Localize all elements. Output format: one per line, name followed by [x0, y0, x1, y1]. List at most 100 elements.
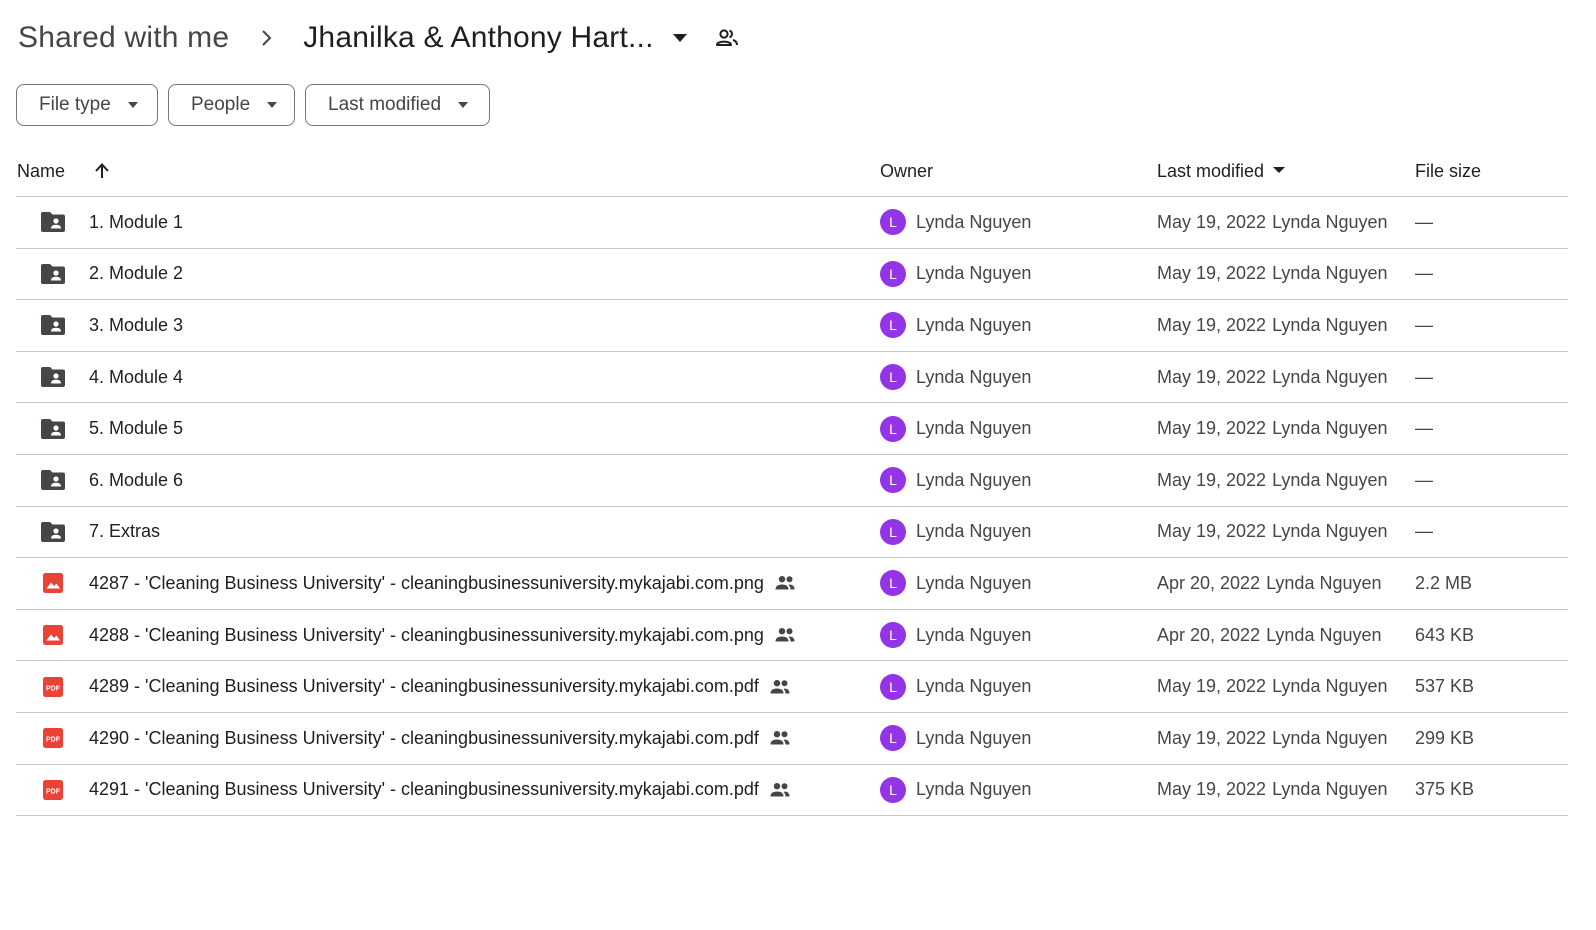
avatar[interactable]: L — [880, 467, 906, 494]
avatar[interactable]: L — [880, 312, 906, 339]
file-name-cell[interactable]: 2. Module 2 — [89, 249, 183, 300]
modified-by: Lynda Nguyen — [1266, 572, 1382, 593]
file-name-cell[interactable]: 3. Module 3 — [89, 300, 183, 351]
avatar[interactable]: L — [880, 209, 906, 236]
file-name: 4291 - 'Cleaning Business University' - … — [89, 779, 759, 800]
avatar[interactable]: L — [880, 725, 906, 752]
avatar[interactable]: L — [880, 673, 906, 700]
svg-text:PDF: PDF — [46, 737, 61, 744]
table-row[interactable]: PDF 4291 - 'Cleaning Business University'… — [16, 765, 1568, 817]
caret-down-icon — [127, 101, 139, 109]
modified-by: Lynda Nguyen — [1272, 521, 1388, 542]
file-name-cell[interactable]: 4291 - 'Cleaning Business University' - … — [89, 765, 791, 816]
last-modified-cell: May 19, 2022 Lynda Nguyen — [1157, 197, 1388, 248]
file-size: — — [1415, 211, 1433, 232]
table-row[interactable]: PDF 4290 - 'Cleaning Business University'… — [16, 713, 1568, 765]
modified-by: Lynda Nguyen — [1272, 727, 1388, 748]
file-size-cell: 537 KB — [1415, 661, 1474, 712]
last-modified-filter[interactable]: Last modified — [305, 84, 490, 126]
shared-icon — [769, 727, 791, 749]
modified-by: Lynda Nguyen — [1272, 418, 1388, 439]
shared-folder-icon — [40, 197, 66, 248]
avatar[interactable]: L — [880, 570, 906, 597]
avatar[interactable]: L — [880, 518, 906, 545]
column-header-owner: Owner — [880, 146, 933, 196]
table-row[interactable]: 6. Module 6 L Lynda Nguyen May 19, 2022 Lynd… — [16, 455, 1568, 507]
modified-by: Lynda Nguyen — [1272, 366, 1388, 387]
column-header-name[interactable]: Name — [17, 146, 113, 196]
breadcrumb-shared-with-me[interactable]: Shared with me — [16, 21, 231, 55]
file-name: 4289 - 'Cleaning Business University' - … — [89, 676, 759, 697]
modified-date: May 19, 2022 — [1157, 314, 1267, 335]
file-size: 2.2 MB — [1415, 572, 1473, 593]
owner-name: Lynda Nguyen — [916, 263, 1032, 284]
last-modified-cell: May 19, 2022 Lynda Nguyen — [1157, 661, 1388, 712]
file-size-cell: — — [1415, 455, 1433, 506]
file-name-cell[interactable]: 6. Module 6 — [89, 455, 183, 506]
shared-icon — [769, 779, 791, 801]
pdf-file-icon: PDF — [40, 661, 66, 712]
file-type-filter-label: File type — [39, 94, 111, 115]
file-name-cell[interactable]: 7. Extras — [89, 507, 160, 558]
avatar[interactable]: L — [880, 622, 906, 649]
file-size-cell: 643 KB — [1415, 610, 1474, 661]
file-name-cell[interactable]: 4. Module 4 — [89, 352, 183, 403]
svg-text:PDF: PDF — [46, 788, 61, 795]
image-file-icon — [40, 610, 66, 661]
modified-by: Lynda Nguyen — [1272, 263, 1388, 284]
file-name: 5. Module 5 — [89, 418, 184, 439]
file-name-cell[interactable]: 5. Module 5 — [89, 403, 183, 454]
column-header-file-size: File size — [1415, 146, 1481, 196]
shared-icon — [774, 572, 796, 594]
pdf-file-icon: PDF — [40, 765, 66, 816]
filter-chips: File type People Last modified — [16, 84, 490, 126]
owner-cell: L Lynda Nguyen — [880, 249, 1031, 300]
modified-by: Lynda Nguyen — [1266, 624, 1382, 645]
owner-cell: L Lynda Nguyen — [880, 765, 1031, 816]
table-row[interactable]: 4288 - 'Cleaning Business University' - … — [16, 610, 1568, 662]
modified-date: Apr 20, 2022 — [1157, 624, 1261, 645]
owner-cell: L Lynda Nguyen — [880, 300, 1031, 351]
owner-cell: L Lynda Nguyen — [880, 713, 1031, 764]
column-header-last-modified[interactable]: Last modified — [1157, 146, 1286, 196]
modified-date: May 19, 2022 — [1157, 263, 1267, 284]
file-name-cell[interactable]: 1. Module 1 — [89, 197, 183, 248]
modified-by: Lynda Nguyen — [1272, 469, 1388, 490]
shared-folder-icon — [40, 403, 66, 454]
table-row[interactable]: 4287 - 'Cleaning Business University' - … — [16, 558, 1568, 610]
file-name-cell[interactable]: 4289 - 'Cleaning Business University' - … — [89, 661, 791, 712]
file-size-cell: 375 KB — [1415, 765, 1474, 816]
modified-by: Lynda Nguyen — [1272, 314, 1388, 335]
shared-icon — [769, 676, 791, 698]
arrow-up-icon[interactable] — [93, 161, 113, 181]
file-name-cell[interactable]: 4287 - 'Cleaning Business University' - … — [89, 558, 796, 609]
caret-down-icon — [672, 30, 688, 46]
file-name: 2. Module 2 — [89, 263, 184, 284]
last-modified-cell: May 19, 2022 Lynda Nguyen — [1157, 300, 1388, 351]
avatar[interactable]: L — [880, 260, 906, 287]
avatar[interactable]: L — [880, 364, 906, 391]
table-row[interactable]: 4. Module 4 L Lynda Nguyen May 19, 2022 Lynd… — [16, 352, 1568, 404]
file-name-cell[interactable]: 4290 - 'Cleaning Business University' - … — [89, 713, 791, 764]
breadcrumb-current-folder[interactable]: Jhanilka & Anthony Hart... — [303, 21, 687, 55]
shared-folder-icon — [40, 455, 66, 506]
modified-by: Lynda Nguyen — [1272, 676, 1388, 697]
avatar[interactable]: L — [880, 415, 906, 442]
caret-down-icon — [266, 101, 278, 109]
table-row[interactable]: 1. Module 1 L Lynda Nguyen May 19, 2022 Lynd… — [16, 197, 1568, 249]
table-row[interactable]: 5. Module 5 L Lynda Nguyen May 19, 2022 Lynd… — [16, 403, 1568, 455]
table-row[interactable]: 2. Module 2 L Lynda Nguyen May 19, 2022 Lynd… — [16, 249, 1568, 301]
table-row[interactable]: 3. Module 3 L Lynda Nguyen May 19, 2022 Lynd… — [16, 300, 1568, 352]
owner-cell: L Lynda Nguyen — [880, 661, 1031, 712]
modified-date: May 19, 2022 — [1157, 418, 1267, 439]
table-row[interactable]: 7. Extras L Lynda Nguyen May 19, 2022 Lynda … — [16, 507, 1568, 559]
people-filter[interactable]: People — [168, 84, 295, 126]
file-size: — — [1415, 521, 1433, 542]
shared-people-icon[interactable] — [714, 25, 740, 51]
file-name-cell[interactable]: 4288 - 'Cleaning Business University' - … — [89, 610, 796, 661]
table-row[interactable]: PDF 4289 - 'Cleaning Business University'… — [16, 661, 1568, 713]
avatar[interactable]: L — [880, 776, 906, 803]
file-type-filter[interactable]: File type — [16, 84, 158, 126]
caret-down-icon — [457, 101, 469, 109]
modified-date: May 19, 2022 — [1157, 366, 1267, 387]
